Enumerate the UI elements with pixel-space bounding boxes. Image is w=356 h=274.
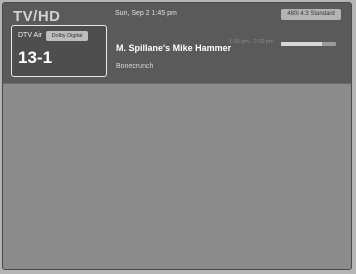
tv-screen: TV/HD Sun, Sep 2 1:45 pm 480i 4:3 Standa…: [2, 2, 352, 270]
channel-number: 13-1: [18, 48, 53, 67]
channel-box: DTV Air Dolby Digital 13-1: [11, 25, 107, 77]
channel-info-banner: TV/HD Sun, Sep 2 1:45 pm 480i 4:3 Standa…: [3, 3, 351, 84]
audio-format-badge: Dolby Digital: [46, 31, 88, 41]
program-genre: Bonecrunch: [116, 63, 154, 70]
date-time: Sun, Sep 2 1:45 pm: [115, 10, 177, 17]
source-label: DTV Air: [18, 32, 43, 39]
program-progress-bar: [281, 42, 336, 46]
program-title: M. Spillane's Mike Hammer: [116, 43, 232, 53]
program-progress-fill: [281, 42, 323, 46]
resolution-badge: 480i 4:3 Standard: [281, 9, 341, 20]
program-time: 1:00 pm - 2:00 pm: [229, 39, 274, 45]
input-mode-label: TV/HD: [13, 8, 61, 25]
